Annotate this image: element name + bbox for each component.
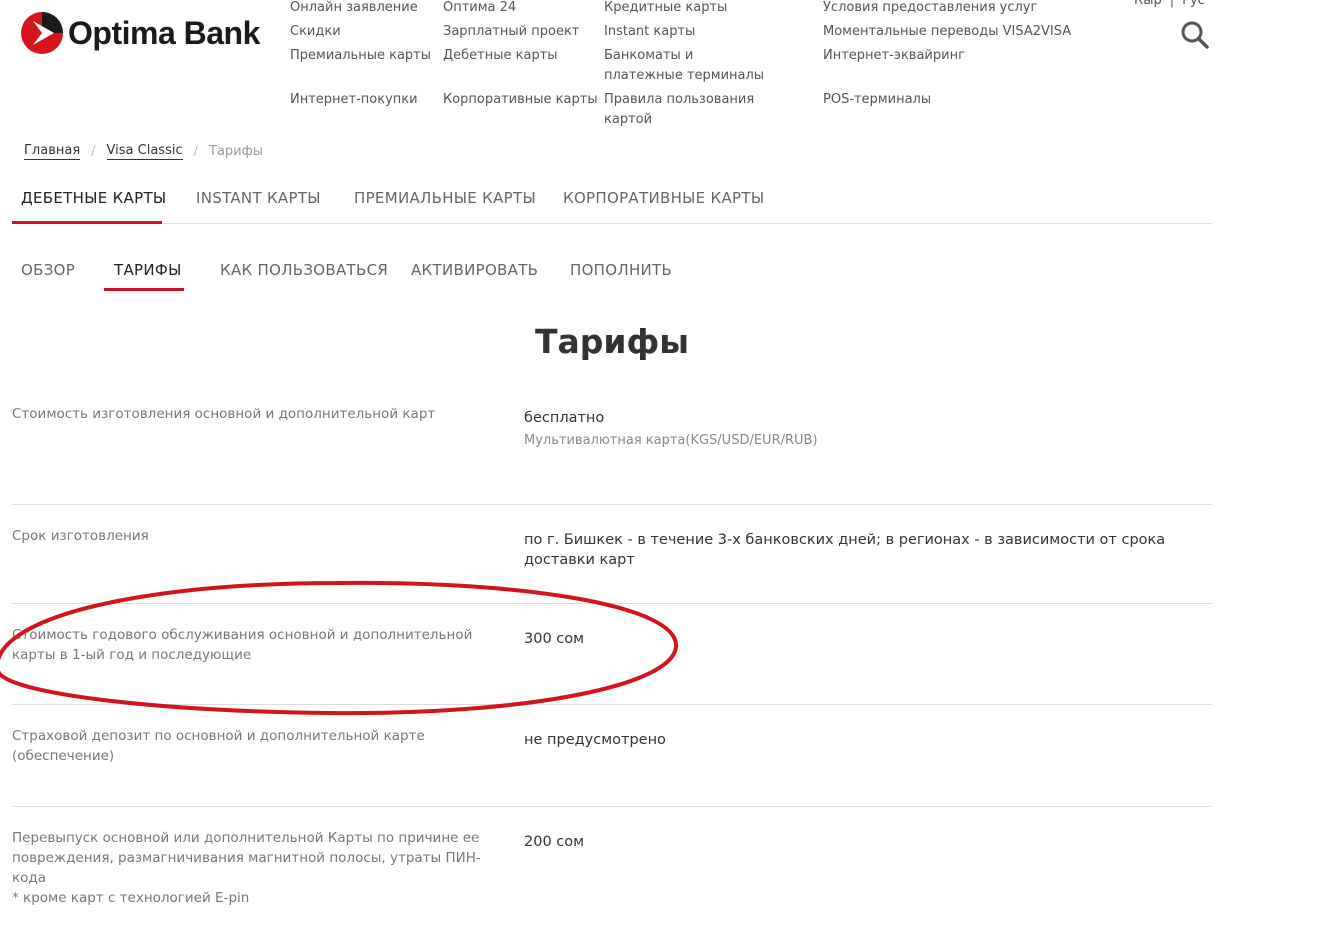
language-switcher: Кыр | Рус xyxy=(1130,0,1209,8)
tariff-value-text: бесплатно xyxy=(524,410,605,426)
menu-link[interactable]: Зарплатный проект xyxy=(443,22,598,42)
tariff-label: Срок изготовления xyxy=(12,528,149,544)
menu-link[interactable]: Моментальные переводы VISA2VISA xyxy=(823,22,1071,42)
menu-link[interactable]: Instant карты xyxy=(604,22,804,42)
tariff-value: 300 сом xyxy=(524,631,585,647)
menu-link[interactable]: Премиальные карты xyxy=(290,46,431,66)
tab-how-to-use[interactable]: КАК ПОЛЬЗОВАТЬСЯ xyxy=(220,261,388,279)
row-divider xyxy=(12,504,1212,505)
menu-column-3: Кредитные карты Instant карты Банкоматы … xyxy=(604,0,804,130)
logo-text: Optima Bank xyxy=(68,14,260,51)
breadcrumb-section[interactable]: Visa Classic xyxy=(106,143,183,160)
menu-link[interactable]: Скидки xyxy=(290,22,431,42)
menu-link[interactable]: Правила пользования картой xyxy=(604,90,804,130)
tariff-label: Стоимость годового обслуживания основной… xyxy=(12,627,473,663)
tab-instant-cards[interactable]: INSTANT КАРТЫ xyxy=(196,189,321,207)
row-divider xyxy=(12,704,1212,705)
tariff-label: Страховой депозит по основной и дополнит… xyxy=(12,728,425,764)
menu-link[interactable]: Банкоматы и платежные терминалы xyxy=(604,46,774,86)
tariff-label: Перевыпуск основной или дополнительной К… xyxy=(12,828,482,908)
tab-premium-cards[interactable]: ПРЕМИАЛЬНЫЕ КАРТЫ xyxy=(354,189,536,207)
row-divider xyxy=(12,806,1212,807)
tariff-label: Стоимость изготовления основной и дополн… xyxy=(12,406,436,422)
breadcrumb-home[interactable]: Главная xyxy=(24,143,81,160)
menu-link[interactable]: Дебетные карты xyxy=(443,46,598,66)
menu-link[interactable]: Интернет-покупки xyxy=(290,90,431,110)
tariff-value: 200 сом xyxy=(524,834,585,850)
breadcrumb-current: Тарифы xyxy=(209,144,263,159)
menu-link[interactable]: Интернет-эквайринг xyxy=(823,46,1071,66)
tariff-label-note: * кроме карт с технологией E-pin xyxy=(12,890,250,906)
bank-logo[interactable]: Optima Bank xyxy=(20,11,260,55)
tab-tariffs[interactable]: ТАРИФЫ xyxy=(114,261,182,279)
menu-link[interactable]: Кредитные карты xyxy=(604,0,804,18)
menu-link[interactable]: Оптима 24 xyxy=(443,0,598,18)
tab-top-up[interactable]: ПОПОЛНИТЬ xyxy=(570,261,672,279)
breadcrumb-separator: / xyxy=(91,144,96,159)
menu-link[interactable]: Условия предоставления услуг xyxy=(823,0,1071,18)
tariff-value: бесплатно Мультивалютная карта(KGS/USD/E… xyxy=(524,408,1214,451)
tab-activate[interactable]: АКТИВИРОВАТЬ xyxy=(411,261,538,279)
lang-kyr-link[interactable]: Кыр xyxy=(1134,0,1162,8)
menu-column-1: Онлайн заявление Скидки Премиальные карт… xyxy=(290,0,431,110)
menu-link[interactable]: POS-терминалы xyxy=(823,90,1071,110)
tariff-value-note: Мультивалютная карта(KGS/USD/EUR/RUB) xyxy=(524,433,818,448)
tab-debit-cards[interactable]: ДЕБЕТНЫЕ КАРТЫ xyxy=(21,189,166,207)
lang-rus-link[interactable]: Рус xyxy=(1182,0,1205,8)
active-tab-indicator xyxy=(12,221,162,224)
breadcrumb-separator: / xyxy=(193,144,198,159)
menu-link[interactable]: Онлайн заявление xyxy=(290,0,431,18)
tariff-label-text: Перевыпуск основной или дополнительной К… xyxy=(12,830,481,886)
menu-column-2: Оптима 24 Зарплатный проект Дебетные кар… xyxy=(443,0,598,110)
optima-logo-icon xyxy=(21,12,63,54)
search-icon[interactable] xyxy=(1180,20,1210,50)
lang-separator: | xyxy=(1169,0,1175,8)
menu-link[interactable]: Корпоративные карты xyxy=(443,90,598,110)
tab-overview[interactable]: ОБЗОР xyxy=(21,261,75,279)
page-title: Тарифы xyxy=(534,322,690,361)
tab-corporate-cards[interactable]: КОРПОРАТИВНЫЕ КАРТЫ xyxy=(563,189,764,207)
tariff-value: не предусмотрено xyxy=(524,732,666,748)
menu-column-4: Условия предоставления услуг Моментальны… xyxy=(823,0,1071,110)
active-section-tab-indicator xyxy=(104,288,184,291)
row-divider xyxy=(12,603,1212,604)
breadcrumb: Главная / Visa Classic / Тарифы xyxy=(24,143,263,160)
tariff-value: по г. Бишкек - в течение 3-х банковских … xyxy=(524,532,1166,568)
card-type-tabs: ДЕБЕТНЫЕ КАРТЫ INSTANT КАРТЫ ПРЕМИАЛЬНЫЕ… xyxy=(12,180,1212,224)
